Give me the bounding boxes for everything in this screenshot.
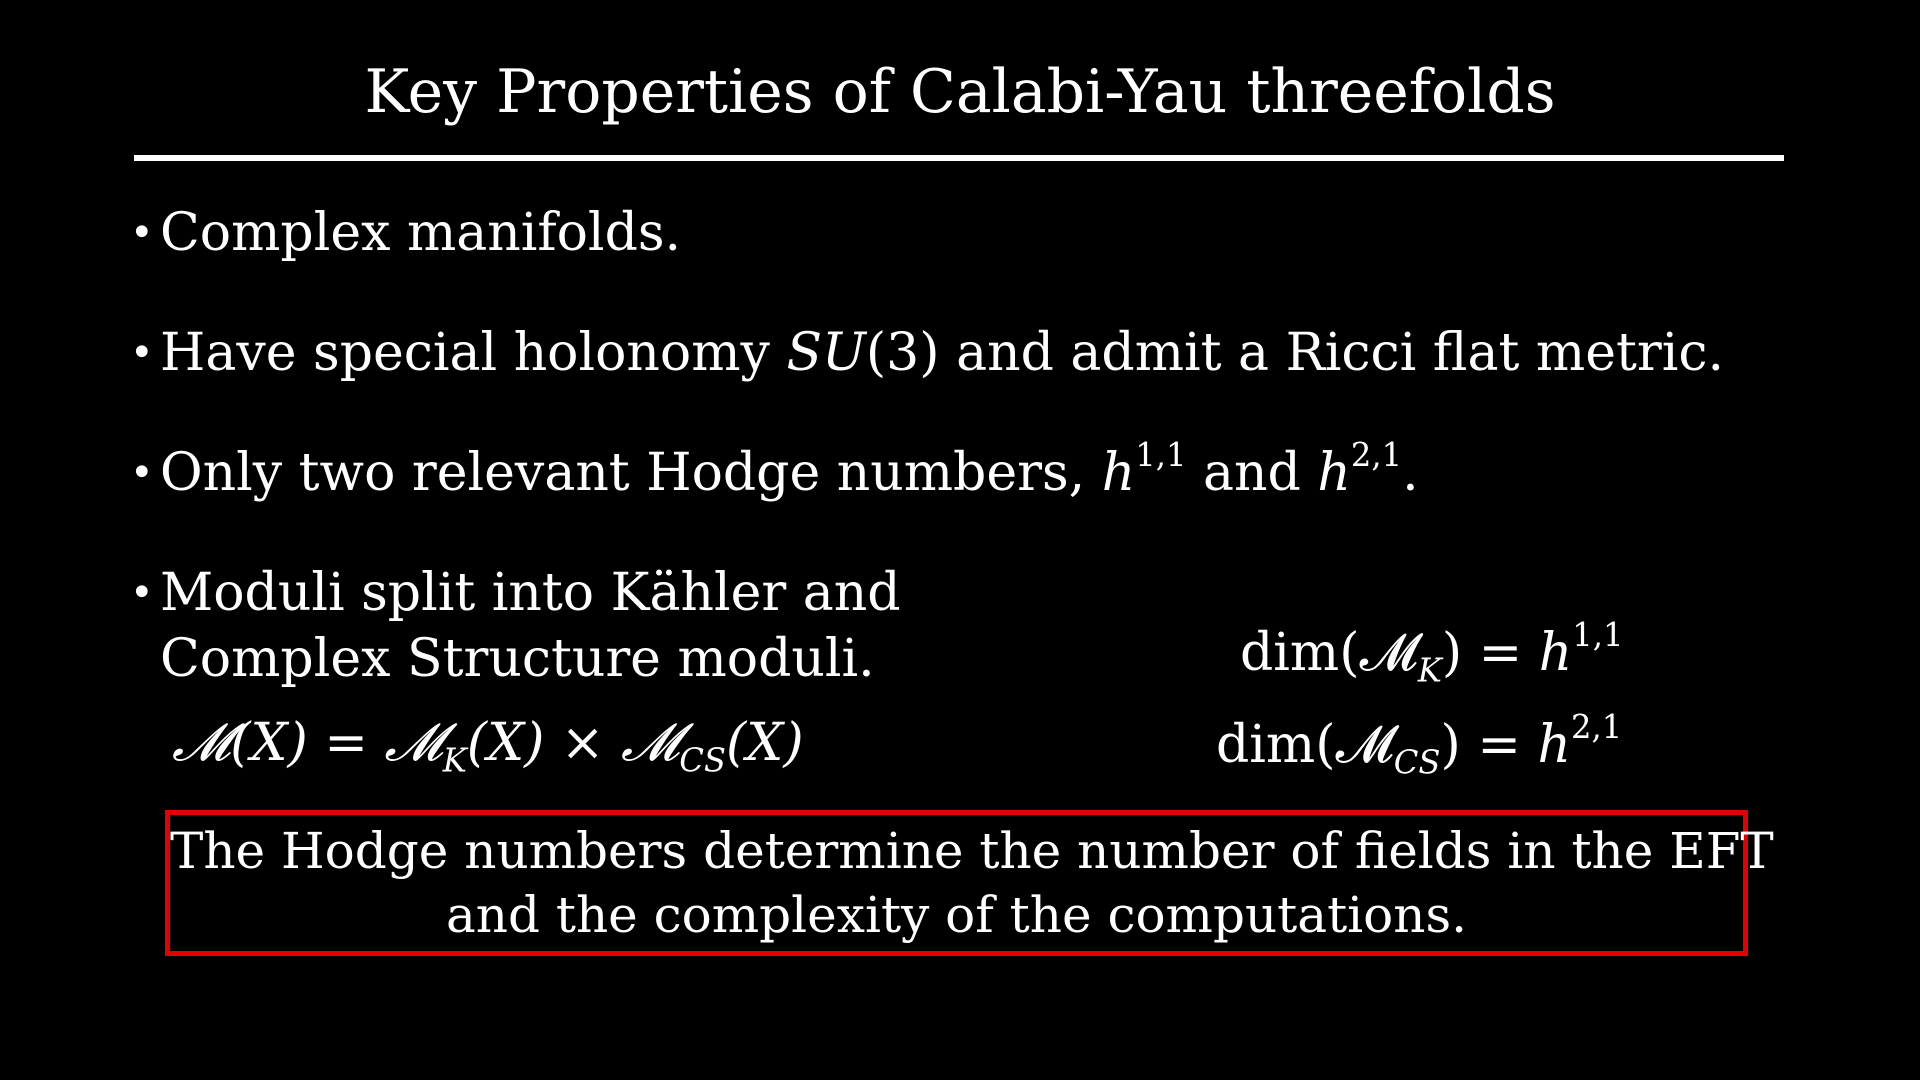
callout-line-1: The Hodge numbers determine the number o… xyxy=(170,822,1774,880)
bullet-line-2: Complex Structure moduli. xyxy=(160,629,875,689)
bullet-text-mid: and xyxy=(1186,443,1318,503)
slide-title: Key Properties of Calabi-Yau threefolds xyxy=(364,57,1556,127)
bullet-line-1: Moduli split into Kähler and xyxy=(160,563,901,623)
su-argument: (3) xyxy=(865,323,940,383)
dim-kahler-equation: dim(𝓜K) = h1,1 xyxy=(1240,615,1624,690)
bullet-text-before: Have special holonomy xyxy=(160,323,787,383)
bullet-moduli-split: • Moduli split into Kähler and Complex Str… xyxy=(130,560,901,692)
bullet-text: Only two relevant Hodge numbers, h1,1 an… xyxy=(160,439,1419,506)
bullet-text: Have special holonomy SU(3) and admit a … xyxy=(160,320,1724,386)
title-underline xyxy=(134,155,1784,161)
callout-line-2: and the complexity of the computations. xyxy=(445,886,1468,944)
hodge-h11-symbol: h xyxy=(1101,443,1136,503)
bullet-holonomy: • Have special holonomy SU(3) and admit a… xyxy=(130,320,1724,386)
bullet-dot: • xyxy=(130,330,154,376)
hodge-h11-sup: 1,1 xyxy=(1135,435,1187,474)
hodge-numbers-callout-box: The Hodge numbers determine the number o… xyxy=(165,810,1774,956)
bullet-dot: • xyxy=(130,210,154,256)
subscript-cs: CS xyxy=(679,741,727,780)
hodge-h21-sup: 2,1 xyxy=(1350,435,1403,474)
bullet-complex-manifolds: • Complex manifolds. xyxy=(130,200,681,266)
su-symbol: SU xyxy=(786,323,866,383)
subscript-k: K xyxy=(442,741,467,780)
moduli-space-product-equation: 𝓜(X) = 𝓜K(X) × 𝓜CS(X) xyxy=(172,713,804,780)
slide: Key Properties of Calabi-Yau threefolds … xyxy=(0,0,1920,1080)
bullet-hodge-numbers: • Only two relevant Hodge numbers, h1,1 a… xyxy=(130,439,1419,506)
bullet-text-after: and admit a Ricci flat metric. xyxy=(939,323,1725,383)
bullet-dot: • xyxy=(130,450,154,496)
bullet-text: Complex manifolds. xyxy=(160,203,682,263)
bullet-text-after: . xyxy=(1402,443,1419,503)
dim-complex-structure-equation: dim(𝓜CS) = h2,1 xyxy=(1216,707,1623,782)
hodge-h21-symbol: h xyxy=(1317,443,1351,503)
bullet-text-before: Only two relevant Hodge numbers, xyxy=(160,443,1102,503)
bullet-dot: • xyxy=(130,570,154,616)
bullet-text: Moduli split into Kähler and Complex Stru… xyxy=(160,560,901,692)
